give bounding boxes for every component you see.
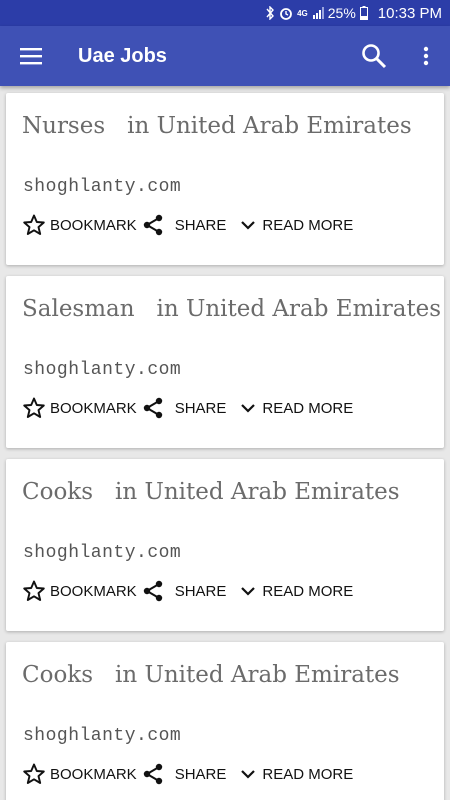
job-card[interactable]: Salesman in United Arab Emirates shoghla… xyxy=(6,276,444,448)
job-card[interactable]: Nurses in United Arab Emirates shoghlant… xyxy=(6,93,444,265)
bookmark-button[interactable]: BOOKMARK xyxy=(22,207,137,243)
star-icon xyxy=(22,213,46,237)
bookmark-button[interactable]: BOOKMARK xyxy=(22,390,137,426)
read-more-button[interactable]: READ MORE xyxy=(240,573,353,609)
job-title[interactable]: Cooks in United Arab Emirates xyxy=(22,479,400,505)
app-bar: Uae Jobs xyxy=(0,26,450,86)
job-card[interactable]: Cooks in United Arab Emirates shoghlanty… xyxy=(6,642,444,800)
job-title[interactable]: Salesman in United Arab Emirates xyxy=(22,296,441,322)
menu-icon[interactable] xyxy=(0,26,62,86)
share-label: SHARE xyxy=(174,582,227,600)
star-icon xyxy=(22,762,46,786)
read-more-label: READ MORE xyxy=(262,216,354,234)
read-more-button[interactable]: READ MORE xyxy=(240,756,353,792)
share-icon xyxy=(141,213,165,237)
alarm-icon xyxy=(279,6,293,20)
read-more-label: READ MORE xyxy=(262,399,354,417)
app-title: Uae Jobs xyxy=(78,44,167,67)
share-icon xyxy=(141,579,165,603)
bookmark-label: BOOKMARK xyxy=(50,216,137,234)
share-button[interactable]: SHARE xyxy=(141,390,227,426)
chevron-down-icon xyxy=(240,585,256,597)
chevron-down-icon xyxy=(240,402,256,414)
job-source: shoghlanty.com xyxy=(23,177,182,197)
bookmark-button[interactable]: BOOKMARK xyxy=(22,573,137,609)
job-source: shoghlanty.com xyxy=(23,543,182,563)
chevron-down-icon xyxy=(240,768,256,780)
share-icon xyxy=(141,396,165,420)
card-actions: BOOKMARK SHARE READ MORE xyxy=(22,207,353,243)
share-button[interactable]: SHARE xyxy=(141,756,227,792)
job-title[interactable]: Nurses in United Arab Emirates xyxy=(22,113,412,139)
share-label: SHARE xyxy=(174,216,227,234)
bookmark-button[interactable]: BOOKMARK xyxy=(22,756,137,792)
read-more-label: READ MORE xyxy=(262,582,354,600)
battery-level: 25% xyxy=(327,5,356,21)
status-bar: 4G 25% 10:33 PM xyxy=(0,0,450,26)
job-card[interactable]: Cooks in United Arab Emirates shoghlanty… xyxy=(6,459,444,631)
job-source: shoghlanty.com xyxy=(23,726,182,746)
star-icon xyxy=(22,579,46,603)
chevron-down-icon xyxy=(240,219,256,231)
read-more-label: READ MORE xyxy=(262,765,354,783)
signal-icon xyxy=(312,7,324,19)
job-list[interactable]: Nurses in United Arab Emirates shoghlant… xyxy=(0,86,450,800)
bookmark-label: BOOKMARK xyxy=(50,765,137,783)
share-button[interactable]: SHARE xyxy=(141,207,227,243)
share-icon xyxy=(141,762,165,786)
card-actions: BOOKMARK SHARE READ MORE xyxy=(22,756,353,792)
search-icon[interactable] xyxy=(350,26,398,86)
card-actions: BOOKMARK SHARE READ MORE xyxy=(22,573,353,609)
clock: 10:33 PM xyxy=(377,4,442,22)
network-type: 4G xyxy=(297,8,308,18)
share-label: SHARE xyxy=(174,765,227,783)
battery-icon xyxy=(359,6,368,20)
read-more-button[interactable]: READ MORE xyxy=(240,390,353,426)
job-title[interactable]: Cooks in United Arab Emirates xyxy=(22,662,400,688)
job-source: shoghlanty.com xyxy=(23,360,182,380)
read-more-button[interactable]: READ MORE xyxy=(240,207,353,243)
share-button[interactable]: SHARE xyxy=(141,573,227,609)
card-actions: BOOKMARK SHARE READ MORE xyxy=(22,390,353,426)
more-vert-icon[interactable] xyxy=(402,26,450,86)
bluetooth-icon xyxy=(265,6,275,20)
share-label: SHARE xyxy=(174,399,227,417)
bookmark-label: BOOKMARK xyxy=(50,582,137,600)
star-icon xyxy=(22,396,46,420)
bookmark-label: BOOKMARK xyxy=(50,399,137,417)
